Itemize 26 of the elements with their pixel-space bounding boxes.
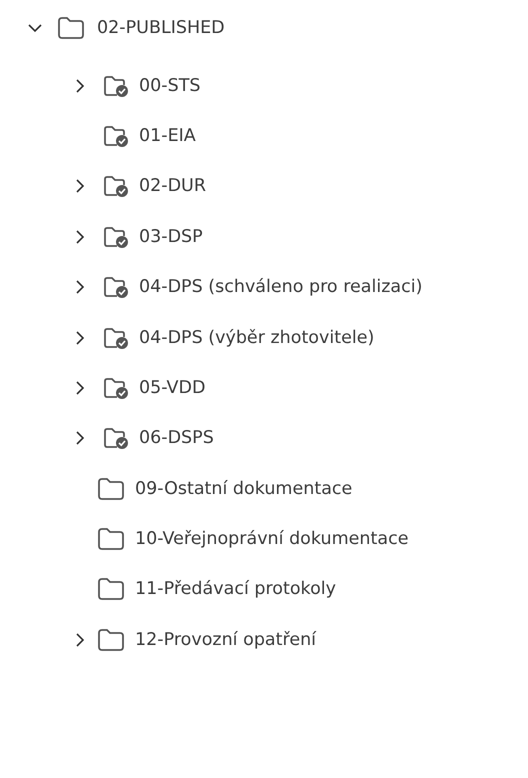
folder-label[interactable]: 11-Předávací protokoly (135, 579, 336, 600)
folder-icon (97, 527, 125, 552)
folder-label[interactable]: 00-STS (139, 76, 200, 96)
folder-icon (97, 577, 125, 602)
folder-check-icon (103, 426, 129, 450)
folder-label[interactable]: 02-PUBLISHED (97, 18, 225, 38)
folder-label[interactable]: 06-DSPS (139, 428, 214, 448)
folder-label[interactable]: 01-EIA (139, 126, 196, 146)
folder-icon (57, 16, 85, 40)
folder-label[interactable]: 04-DPS (výběr zhotovitele) (139, 328, 374, 348)
folder-label[interactable]: 05-VDD (139, 378, 206, 398)
folder-label[interactable]: 04-DPS (schváleno pro realizaci) (139, 277, 422, 298)
folder-check-icon (103, 275, 129, 300)
folder-check-icon (103, 124, 129, 148)
folder-check-icon (103, 326, 129, 350)
folder-label[interactable]: 09-Ostatní dokumentace (135, 478, 352, 499)
folder-label[interactable]: 02-DUR (139, 176, 206, 196)
folder-check-icon (103, 224, 129, 249)
folder-icon (97, 628, 125, 652)
folder-check-icon (103, 174, 129, 198)
folder-label[interactable]: 10-Veřejnoprávní dokumentace (135, 529, 408, 550)
folder-icon (97, 476, 125, 501)
folder-check-icon (103, 74, 129, 98)
folder-label[interactable]: 03-DSP (139, 226, 203, 247)
folder-check-icon (103, 376, 129, 400)
folder-label[interactable]: 12-Provozní opatření (135, 630, 316, 650)
